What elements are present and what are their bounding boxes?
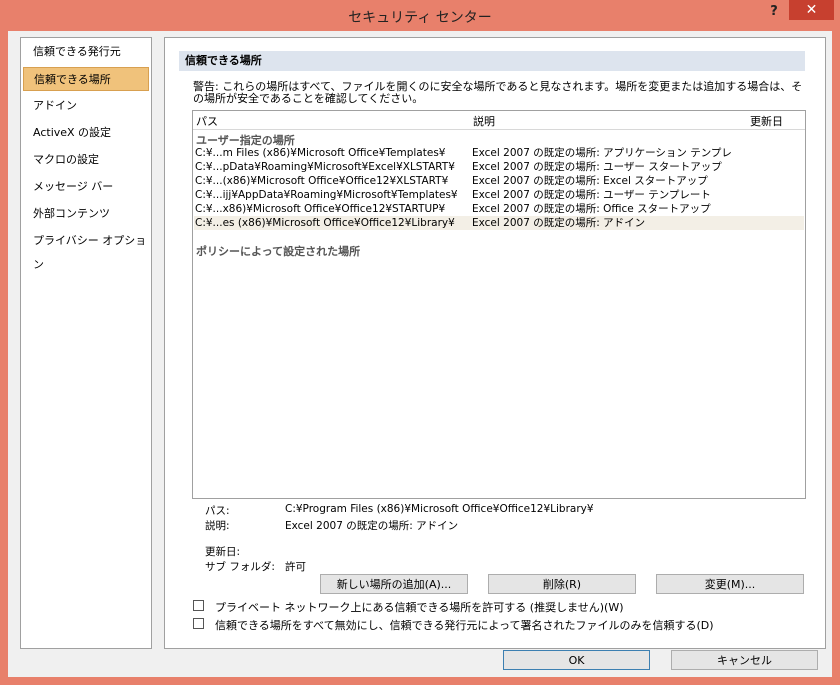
row-path: C:¥...es (x86)¥Microsoft Office¥Office12… [195, 217, 455, 229]
row-path: C:¥...(x86)¥Microsoft Office¥Office12¥XL… [195, 175, 449, 187]
detail-description-value: Excel 2007 の既定の場所: アドイン [285, 520, 459, 532]
detail-subfolders-label: サブ フォルダ: [205, 561, 275, 573]
nav-item-external-content[interactable]: 外部コンテンツ [23, 202, 149, 226]
window-title: セキュリティ センター [348, 10, 492, 26]
detail-subfolders-value: 許可 [285, 561, 306, 573]
detail-path-label: パス: [205, 505, 230, 517]
row-path: C:¥...ijj¥AppData¥Roaming¥Microsoft¥Temp… [195, 189, 458, 201]
delete-button[interactable]: 削除(R) [488, 574, 636, 594]
ok-button[interactable]: OK [503, 650, 650, 670]
cancel-button[interactable]: キャンセル [671, 650, 818, 670]
disable-all-locations-checkbox[interactable] [193, 618, 204, 629]
modify-button[interactable]: 変更(M)... [656, 574, 804, 594]
row-description: Excel 2007 の既定の場所: Office スタートアップ [472, 203, 711, 215]
row-description: Excel 2007 の既定の場所: アプリケーション テンプレ... [472, 147, 732, 159]
list-item[interactable]: C:¥...pData¥Roaming¥Microsoft¥Excel¥XLST… [194, 160, 804, 174]
detail-modified-label: 更新日: [205, 546, 241, 558]
list-item[interactable]: C:¥...x86)¥Microsoft Office¥Office12¥STA… [194, 202, 804, 216]
column-header-description[interactable]: 説明 [473, 113, 495, 129]
list-item-selected[interactable]: C:¥...es (x86)¥Microsoft Office¥Office12… [194, 216, 804, 230]
add-location-button[interactable]: 新しい場所の追加(A)... [320, 574, 468, 594]
nav-item-macro-settings[interactable]: マクロの設定 [23, 148, 149, 172]
nav-item-activex-settings[interactable]: ActiveX の設定 [23, 121, 149, 145]
trusted-locations-panel: 信頼できる場所 警告: これらの場所はすべて、ファイルを開くのに安全な場所である… [164, 37, 826, 649]
list-header: パス 説明 更新日 [193, 111, 805, 130]
row-description: Excel 2007 の既定の場所: Excel スタートアップ [472, 175, 708, 187]
column-header-path[interactable]: パス [196, 113, 218, 129]
nav-item-message-bar[interactable]: メッセージ バー [23, 175, 149, 199]
nav-item-trusted-publishers[interactable]: 信頼できる発行元 [23, 40, 149, 64]
row-description: Excel 2007 の既定の場所: ユーザー テンプレート [472, 189, 711, 201]
column-header-modified[interactable]: 更新日 [750, 113, 783, 129]
list-item[interactable]: C:¥...(x86)¥Microsoft Office¥Office12¥XL… [194, 174, 804, 188]
detail-description-label: 説明: [205, 520, 230, 532]
dialog-client-area: 信頼できる発行元 信頼できる場所 アドイン ActiveX の設定 マクロの設定… [8, 31, 832, 677]
row-path: C:¥...pData¥Roaming¥Microsoft¥Excel¥XLST… [195, 161, 455, 173]
detail-path-value: C:¥Program Files (x86)¥Microsoft Office¥… [285, 503, 594, 515]
help-button[interactable]: ? [762, 2, 786, 22]
row-path: C:¥...x86)¥Microsoft Office¥Office12¥STA… [195, 203, 446, 215]
list-item[interactable]: C:¥...m Files (x86)¥Microsoft Office¥Tem… [194, 146, 804, 160]
warning-text: 警告: これらの場所はすべて、ファイルを開くのに安全な場所であると見なされます。… [193, 80, 803, 105]
group-policy-locations: ポリシーによって設定された場所 [196, 245, 361, 258]
category-nav: 信頼できる発行元 信頼できる場所 アドイン ActiveX の設定 マクロの設定… [20, 37, 152, 649]
row-description: Excel 2007 の既定の場所: アドイン [472, 217, 646, 229]
row-path: C:¥...m Files (x86)¥Microsoft Office¥Tem… [195, 147, 446, 159]
title-bar: セキュリティ センター ? ✕ [0, 0, 840, 32]
nav-item-add-ins[interactable]: アドイン [23, 94, 149, 118]
list-item[interactable]: C:¥...ijj¥AppData¥Roaming¥Microsoft¥Temp… [194, 188, 804, 202]
locations-list[interactable]: パス 説明 更新日 ユーザー指定の場所 C:¥...m Files (x86)¥… [192, 110, 806, 499]
row-description: Excel 2007 の既定の場所: ユーザー スタートアップ [472, 161, 722, 173]
section-header: 信頼できる場所 [179, 51, 805, 71]
allow-network-locations-label[interactable]: プライベート ネットワーク上にある信頼できる場所を許可する (推奨しません)(W… [215, 599, 623, 615]
nav-item-privacy-options[interactable]: プライバシー オプション [23, 229, 149, 271]
allow-network-locations-checkbox[interactable] [193, 600, 204, 611]
close-button[interactable]: ✕ [789, 0, 834, 20]
disable-all-locations-label[interactable]: 信頼できる場所をすべて無効にし、信頼できる発行元によって署名されたファイルのみを… [215, 617, 714, 633]
security-center-dialog: セキュリティ センター ? ✕ 信頼できる発行元 信頼できる場所 アドイン Ac… [0, 0, 840, 685]
nav-item-trusted-locations[interactable]: 信頼できる場所 [23, 67, 149, 91]
